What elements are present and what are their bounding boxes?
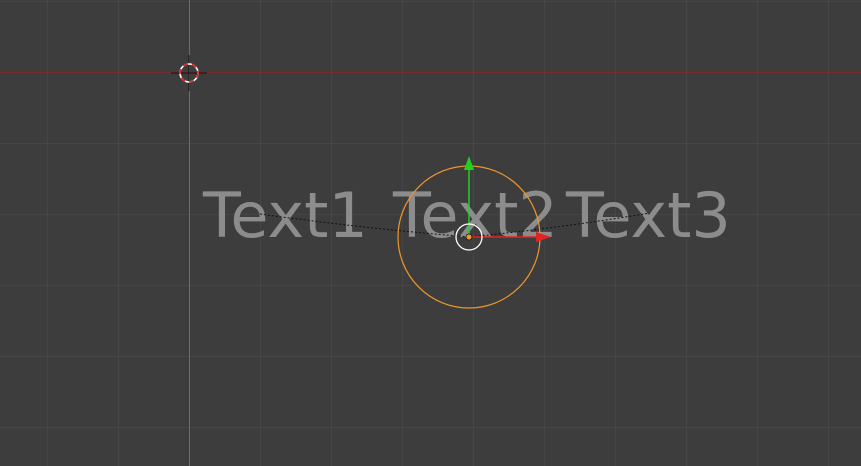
3d-cursor-icon[interactable] [171,55,207,91]
3d-viewport[interactable]: Text1 Text2 Text3 [0,0,861,466]
object-origin-dot [465,233,473,241]
gizmo-y-arrow-icon[interactable] [464,156,474,170]
viewport-scene[interactable]: Text1 Text2 Text3 [0,0,861,466]
text-object-3[interactable]: Text3 [565,179,731,252]
text-object-1[interactable]: Text1 [202,179,368,252]
text-object-2[interactable]: Text2 [392,179,558,252]
